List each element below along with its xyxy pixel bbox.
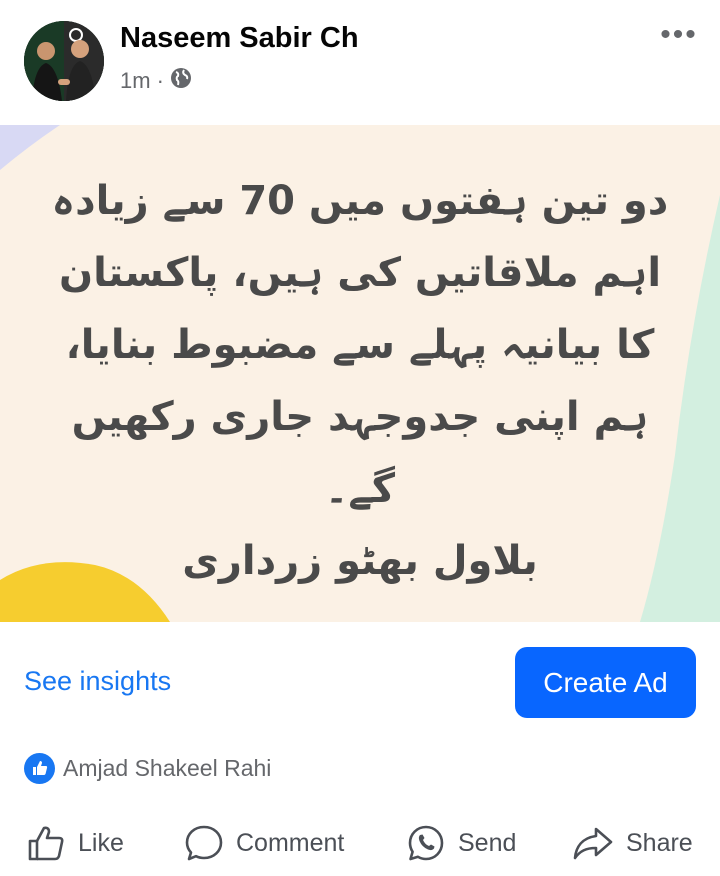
quote-attribution: بلاول بھٹو زرداری [182, 538, 538, 584]
timestamp[interactable]: 1m [120, 68, 151, 94]
whatsapp-icon [406, 823, 446, 863]
post-image[interactable]: دو تین ہفتوں میں 70 سے زیادہ اہم ملاقاتی… [0, 125, 720, 622]
globe-icon [170, 67, 192, 95]
more-icon: ••• [660, 18, 698, 51]
quote-line: دو تین ہفتوں میں 70 سے زیادہ [51, 178, 669, 224]
comment-label: Comment [236, 828, 345, 857]
urdu-quote: دو تین ہفتوں میں 70 سے زیادہ اہم ملاقاتی… [40, 165, 680, 597]
facebook-post: Naseem Sabir Ch 1m · ••• دو تین ہفتوں می… [0, 0, 720, 876]
avatar[interactable] [24, 21, 104, 101]
reactor-names: Amjad Shakeel Rahi [63, 754, 272, 781]
thumbs-up-icon [24, 752, 55, 784]
quote-line: ہم اپنی جدوجہد جاری رکھیں [71, 394, 649, 440]
like-icon [26, 823, 66, 863]
share-label: Share [626, 828, 693, 857]
share-icon [572, 823, 614, 863]
share-button[interactable]: Share [572, 818, 693, 868]
send-button[interactable]: Send [406, 818, 516, 868]
like-button[interactable]: Like [26, 818, 124, 868]
comment-button[interactable]: Comment [184, 818, 344, 868]
reactions-summary[interactable]: Amjad Shakeel Rahi [24, 752, 271, 784]
post-header: Naseem Sabir Ch 1m · ••• [0, 0, 720, 125]
insights-row: See insights Create Ad [0, 622, 720, 740]
action-bar: Like Comment Send Share [0, 818, 720, 868]
create-ad-button[interactable]: Create Ad [515, 647, 696, 718]
send-label: Send [458, 828, 517, 857]
quote-line: گے۔ [324, 466, 396, 512]
meta-separator: · [156, 68, 164, 93]
more-options-button[interactable]: ••• [654, 20, 704, 50]
comment-icon [184, 823, 224, 863]
see-insights-link[interactable]: See insights [24, 666, 171, 697]
like-label: Like [78, 828, 124, 857]
post-meta: 1m · [120, 66, 192, 96]
quote-line: کا بیانیہ پہلے سے مضبوط بنایا، [65, 322, 655, 368]
quote-line: اہم ملاقاتیں کی ہیں، پاکستان [58, 250, 662, 296]
author-name[interactable]: Naseem Sabir Ch [120, 22, 359, 55]
